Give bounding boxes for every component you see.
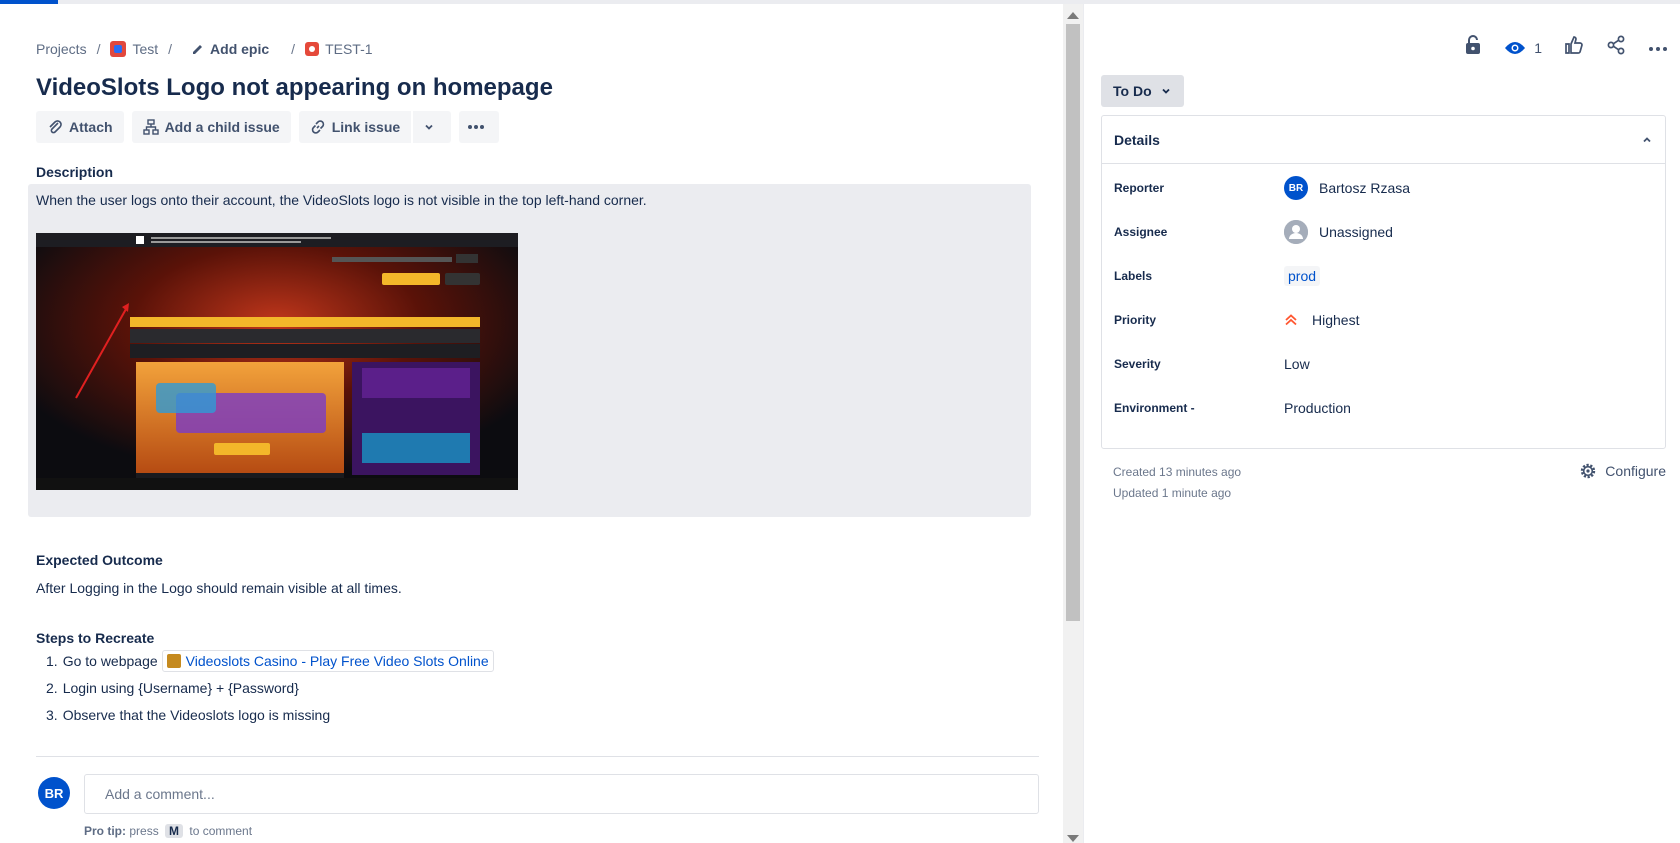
scroll-up-icon[interactable] xyxy=(1067,12,1079,19)
more-icon[interactable] xyxy=(1648,39,1668,57)
smart-link[interactable]: Videoslots Casino - Play Free Video Slot… xyxy=(161,649,494,672)
link-issue-button[interactable]: Link issue xyxy=(298,111,412,143)
priority-value[interactable]: Highest xyxy=(1284,312,1359,328)
add-epic-button[interactable]: Add epic xyxy=(192,41,269,57)
more-actions-button[interactable] xyxy=(459,111,500,143)
description-screenshot-image[interactable] xyxy=(36,233,518,490)
pro-tip: Pro tip: press M to comment xyxy=(84,824,253,838)
add-child-issue-button[interactable]: Add a child issue xyxy=(131,111,291,143)
chevron-up-icon xyxy=(1643,136,1651,142)
gear-icon xyxy=(1581,463,1596,479)
thumbs-up-icon[interactable] xyxy=(1564,35,1584,60)
list-item: 3. Observe that the Videoslots logo is m… xyxy=(46,706,331,723)
avatar: BR xyxy=(38,777,70,809)
breadcrumb-projects[interactable]: Projects xyxy=(36,41,87,57)
description-heading: Description xyxy=(36,164,114,180)
status-dropdown[interactable]: To Do xyxy=(1101,75,1184,107)
issue-sidebar: 1 To Do Details Reporter BR Bartosz Rzas… xyxy=(1083,4,1680,843)
environment-value[interactable]: Production xyxy=(1284,400,1351,416)
reporter-field: Reporter BR Bartosz Rzasa xyxy=(1114,173,1654,203)
keyboard-shortcut: M xyxy=(165,824,184,838)
attach-button[interactable]: Attach xyxy=(36,111,124,143)
breadcrumb-project[interactable]: Test xyxy=(132,41,158,57)
watch-count: 1 xyxy=(1534,39,1542,56)
chevron-down-icon xyxy=(1161,88,1170,94)
scrollbar-thumb[interactable] xyxy=(1066,24,1080,621)
divider xyxy=(36,756,1039,757)
scroll-down-icon[interactable] xyxy=(1067,835,1079,842)
reporter-value[interactable]: BR Bartosz Rzasa xyxy=(1284,176,1410,200)
severity-field: Severity Low xyxy=(1114,356,1310,372)
breadcrumb-issue-key[interactable]: TEST-1 xyxy=(325,41,372,57)
steps-list: 1. Go to webpage Videoslots Casino - Pla… xyxy=(46,647,494,728)
labels-field: Labels prod xyxy=(1114,261,1654,291)
list-item: 1. Go to webpage Videoslots Casino - Pla… xyxy=(46,647,494,674)
severity-value[interactable]: Low xyxy=(1284,356,1310,372)
priority-field: Priority Highest xyxy=(1114,312,1360,328)
details-header[interactable]: Details xyxy=(1102,116,1665,164)
issue-title[interactable]: VideoSlots Logo not appearing on homepag… xyxy=(36,74,553,102)
created-timestamp: Created 13 minutes ago xyxy=(1113,465,1242,479)
chevron-down-icon xyxy=(425,124,433,130)
breadcrumb: Projects / Test / Add epic / TEST-1 xyxy=(36,41,373,57)
description-text: When the user logs onto their account, t… xyxy=(36,192,647,208)
link-issue-group: Link issue xyxy=(298,111,452,143)
bug-icon xyxy=(305,42,320,56)
watch-button[interactable]: 1 xyxy=(1504,40,1542,56)
link-icon xyxy=(311,120,324,134)
favicon-icon xyxy=(166,653,181,668)
more-icon xyxy=(468,125,485,129)
assignee-field: Assignee Unassigned xyxy=(1114,217,1654,247)
issue-main-panel: Projects / Test / Add epic / TEST-1 Vide… xyxy=(0,4,1063,843)
eye-icon xyxy=(1505,41,1526,54)
steps-heading: Steps to Recreate xyxy=(36,630,155,646)
description-field[interactable]: When the user logs onto their account, t… xyxy=(28,184,1031,517)
comment-input[interactable]: Add a comment... xyxy=(84,774,1039,814)
lock-icon[interactable] xyxy=(1464,35,1482,60)
project-avatar-icon xyxy=(110,41,127,57)
environment-field: Environment - Production xyxy=(1114,400,1351,416)
user-icon xyxy=(1284,220,1308,244)
configure-button[interactable]: Configure xyxy=(1579,462,1666,480)
details-panel: Details Reporter BR Bartosz Rzasa Assign… xyxy=(1101,115,1666,449)
share-icon[interactable] xyxy=(1606,35,1626,60)
avatar: BR xyxy=(1284,176,1308,200)
updated-timestamp: Updated 1 minute ago xyxy=(1113,486,1232,500)
expected-outcome-text: After Logging in the Logo should remain … xyxy=(36,580,402,596)
label-chip[interactable]: prod xyxy=(1284,266,1321,286)
priority-highest-icon xyxy=(1285,314,1297,326)
assignee-value[interactable]: Unassigned xyxy=(1284,220,1393,244)
pencil-icon xyxy=(193,45,203,54)
link-issue-dropdown[interactable] xyxy=(413,111,452,143)
paperclip-icon xyxy=(49,120,62,134)
issue-toolbar: Attach Add a child issue Link issue xyxy=(36,111,500,143)
scrollbar[interactable] xyxy=(1063,4,1083,843)
expected-outcome-heading: Expected Outcome xyxy=(36,552,163,568)
hierarchy-icon xyxy=(142,119,159,135)
list-item: 2. Login using {Username} + {Password} xyxy=(46,679,299,696)
issue-actions: 1 xyxy=(1464,35,1668,60)
